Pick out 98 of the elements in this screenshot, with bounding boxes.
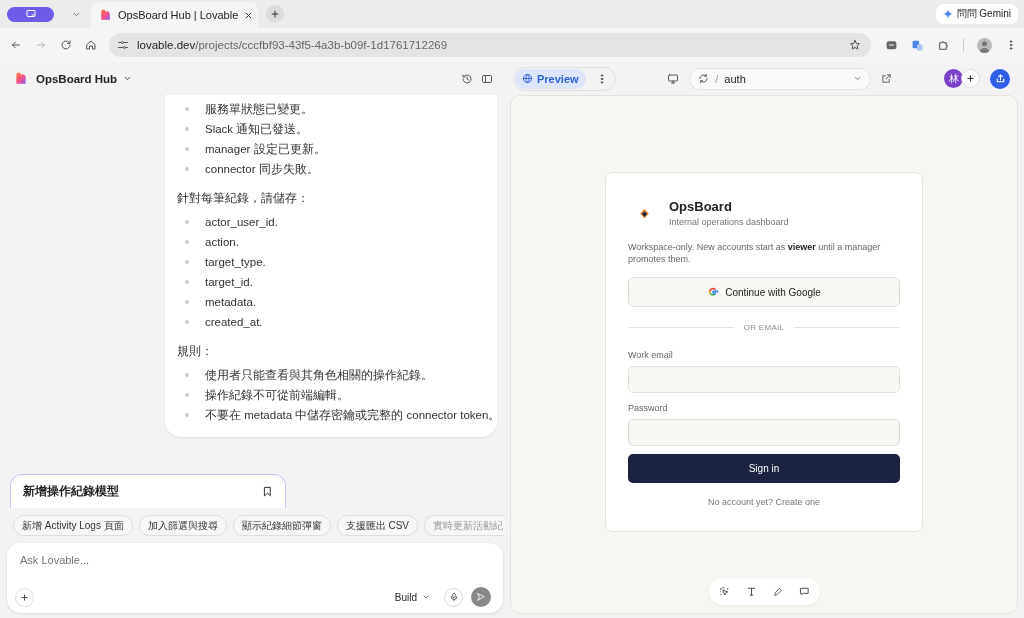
back-icon[interactable] xyxy=(10,39,22,51)
input-field[interactable] xyxy=(628,366,900,394)
comment-icon[interactable] xyxy=(798,586,810,597)
refresh-icon[interactable] xyxy=(698,73,710,84)
profile-avatar[interactable] xyxy=(977,37,992,53)
reload-icon[interactable] xyxy=(60,39,72,51)
list-item: 使用者只能查看與其角色相關的操作紀錄。 xyxy=(205,367,433,383)
bullet-icon xyxy=(185,393,189,397)
tab-title: OpsBoard Hub | Lovable xyxy=(118,9,239,21)
close-icon[interactable] xyxy=(244,10,254,20)
share-icon xyxy=(994,73,1006,84)
text-icon[interactable] xyxy=(745,586,757,597)
list-item: created_at. xyxy=(205,316,263,328)
screen-icon xyxy=(24,8,37,20)
bullet-icon xyxy=(185,240,189,244)
history-icon[interactable] xyxy=(461,72,473,85)
bullet-icon xyxy=(185,220,189,224)
bullet-icon xyxy=(185,167,189,171)
chat-icon[interactable] xyxy=(885,38,898,52)
sign-in-button[interactable]: Sign in xyxy=(628,454,900,484)
mic-button[interactable] xyxy=(444,587,463,607)
url-text: lovable.dev/projects/cccfbf93-43f5-4a3b-b09f-1d1761712269 xyxy=(137,39,448,51)
select-icon[interactable] xyxy=(718,586,730,597)
list-item: 服務單狀態已變更。 xyxy=(205,101,313,117)
monitor-icon[interactable] xyxy=(667,72,680,85)
plus-icon xyxy=(20,592,29,602)
suggestion-chip[interactable]: 新增 Activity Logs 頁面 xyxy=(13,515,133,536)
brand-name: OpsBoard xyxy=(669,199,733,214)
logo-icon xyxy=(99,8,112,22)
app-logo-icon xyxy=(638,206,651,220)
caret-icon xyxy=(853,74,863,83)
bullet-icon xyxy=(185,107,189,111)
list-item: actor_user_id. xyxy=(205,216,278,228)
suggestion-chip[interactable]: 支援匯出 CSV xyxy=(336,515,419,536)
project-menu[interactable]: OpsBoard Hub xyxy=(36,72,133,85)
plus-icon xyxy=(270,9,280,19)
globe-icon xyxy=(522,73,533,84)
list-item: manager 設定已更新。 xyxy=(205,141,326,157)
list-item: Slack 通知已發送。 xyxy=(205,121,309,137)
bullet-icon xyxy=(185,320,189,324)
route-field[interactable]: / auth xyxy=(689,67,872,90)
site-settings-icon[interactable] xyxy=(117,39,129,51)
message-text: 針對每筆紀錄，請儲存： xyxy=(177,191,310,206)
input-field[interactable] xyxy=(628,419,900,447)
caret-icon xyxy=(422,593,430,601)
attach-button[interactable] xyxy=(15,587,34,607)
suggestion-chip[interactable]: 顯示紀錄細節彈窗 xyxy=(232,515,331,536)
user-avatar[interactable]: 林 xyxy=(944,69,963,88)
mic-icon xyxy=(448,592,459,602)
list-item: metadata. xyxy=(205,296,257,308)
new-tab-button[interactable] xyxy=(266,5,284,23)
translate-icon[interactable] xyxy=(911,38,924,52)
google-sign-in-button[interactable]: Continue with Google xyxy=(628,277,900,308)
gemini-button[interactable]: 問問 Gemini xyxy=(935,4,1018,24)
field-label: Work email xyxy=(628,350,674,361)
pencil-icon[interactable] xyxy=(772,586,783,597)
external-link-icon[interactable] xyxy=(881,73,893,84)
view-tab[interactable]: Preview xyxy=(515,68,586,89)
star-icon[interactable] xyxy=(849,39,861,51)
prompt-field[interactable]: Ask Lovable... xyxy=(15,551,491,569)
field-label: Password xyxy=(628,403,669,414)
invite-button[interactable] xyxy=(961,69,980,88)
logo-icon[interactable] xyxy=(14,71,28,86)
bullet-icon xyxy=(185,280,189,284)
address-bar[interactable]: lovable.dev/projects/cccfbf93-43f5-4a3b-b09f-1d1761712269 xyxy=(109,33,871,57)
notice-text: Workspace-only. New accounts start as viewer until a manager promotes them. xyxy=(628,241,882,266)
bullet-icon xyxy=(185,413,189,417)
send-button[interactable] xyxy=(471,587,491,607)
list-item: target_id. xyxy=(205,276,253,288)
list-item: connector 同步失敗。 xyxy=(205,161,319,177)
divider-label: OR EMAIL xyxy=(743,323,785,333)
google-icon xyxy=(707,286,720,299)
list-item: action. xyxy=(205,236,239,248)
tagline: Internal operations dashboard xyxy=(669,217,789,227)
mode-dropdown[interactable]: Build xyxy=(394,591,436,603)
suggestion-chip[interactable]: 加入篩選與搜尋 xyxy=(138,515,227,536)
suggestion-title: 新增操作紀錄模型 xyxy=(23,484,120,499)
list-item: 操作紀錄不可從前端編輯。 xyxy=(205,387,349,403)
bullet-icon xyxy=(185,147,189,151)
message-text: 規則： xyxy=(177,344,214,359)
send-icon xyxy=(476,592,486,602)
plus-icon xyxy=(966,74,975,83)
sidebar-icon[interactable] xyxy=(481,72,493,85)
bullet-icon xyxy=(185,300,189,304)
list-item: target_type. xyxy=(205,256,266,268)
share-button[interactable] xyxy=(990,68,1010,89)
bullet-icon xyxy=(185,260,189,264)
sparkle-icon xyxy=(942,9,953,19)
tab-group-button[interactable] xyxy=(7,6,54,22)
sign-up-prompt: No account yet? Create one xyxy=(706,497,822,508)
browser-tab[interactable]: OpsBoard Hub | Lovable xyxy=(91,2,258,28)
puzzle-icon[interactable] xyxy=(937,38,950,52)
bullet-icon xyxy=(185,373,189,377)
caret-icon xyxy=(123,74,133,83)
bullet-icon xyxy=(185,127,189,131)
bookmark-icon[interactable] xyxy=(262,486,273,497)
home-icon[interactable] xyxy=(85,39,97,51)
list-item: 不要在 metadata 中儲存密鑰或完整的 connector token。 xyxy=(205,407,501,423)
